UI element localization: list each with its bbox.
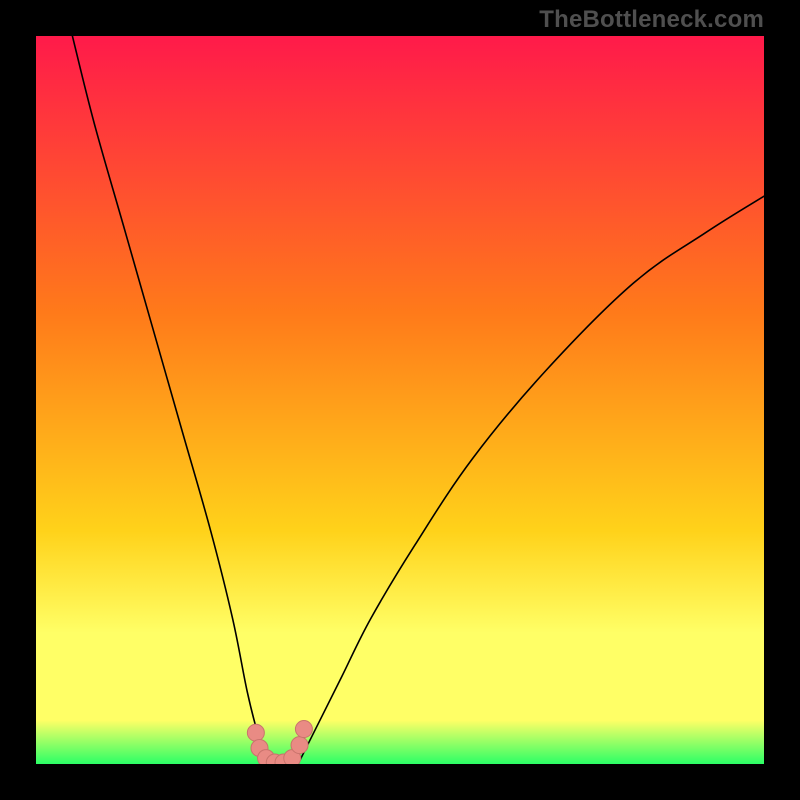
plot-area bbox=[36, 36, 764, 764]
outer-frame: TheBottleneck.com bbox=[0, 0, 800, 800]
trough-marker bbox=[291, 737, 308, 754]
gradient-background bbox=[36, 36, 764, 764]
trough-marker bbox=[247, 724, 264, 741]
trough-marker bbox=[295, 721, 312, 738]
watermark-text: TheBottleneck.com bbox=[539, 6, 764, 34]
chart-svg bbox=[36, 36, 764, 764]
